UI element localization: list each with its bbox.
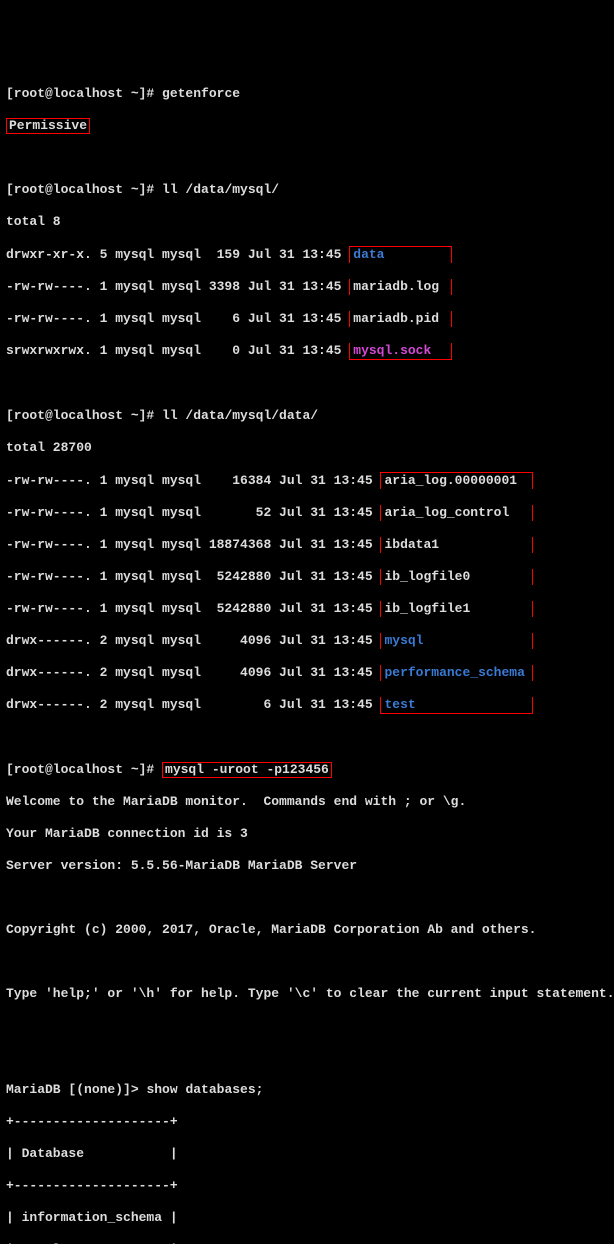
ls-row: -rw-rw----. 1 mysql mysql 5242880 Jul 31…: [6, 601, 608, 617]
ls-row: -rw-rw----. 1 mysql mysql 5242880 Jul 31…: [6, 569, 608, 585]
typed-sql[interactable]: show databases;: [146, 1082, 263, 1097]
banner-line: Welcome to the MariaDB monitor. Commands…: [6, 794, 608, 810]
filename: performance_schema: [384, 665, 524, 680]
typed-command[interactable]: ll /data/mysql/: [162, 182, 279, 197]
ls-row: -rw-rw----. 1 mysql mysql 18874368 Jul 3…: [6, 537, 608, 553]
filename: ib_logfile1: [384, 601, 470, 616]
perm-col: -rw-rw----. 1 mysql mysql 18874368 Jul 3…: [6, 537, 380, 552]
prompt-line: [root@localhost ~]# getenforce: [6, 86, 608, 102]
perm-col: -rw-rw----. 1 mysql mysql 3398 Jul 31 13…: [6, 279, 349, 294]
sql-prompt: MariaDB [(none)]>: [6, 1082, 146, 1097]
perm-col: -rw-rw----. 1 mysql mysql 16384 Jul 31 1…: [6, 473, 380, 488]
total-line: total 28700: [6, 440, 608, 456]
prompt: [root@localhost ~]#: [6, 182, 162, 197]
ls-row: srwxrwxrwx. 1 mysql mysql 0 Jul 31 13:45…: [6, 343, 608, 360]
highlighted-output: Permissive: [6, 118, 90, 134]
table-border: +--------------------+: [6, 1114, 608, 1130]
perm-col: -rw-rw----. 1 mysql mysql 6 Jul 31 13:45: [6, 311, 349, 326]
perm-col: drwx------. 2 mysql mysql 6 Jul 31 13:45: [6, 697, 380, 712]
blank-line: [6, 954, 608, 970]
filename: mariadb.log: [353, 279, 439, 294]
typed-command[interactable]: mysql -uroot -p123456: [162, 762, 332, 778]
table-header: | Database |: [6, 1146, 608, 1162]
ls-row: -rw-rw----. 1 mysql mysql 16384 Jul 31 1…: [6, 472, 608, 489]
filename: ibdata1: [384, 537, 439, 552]
perm-col: -rw-rw----. 1 mysql mysql 5242880 Jul 31…: [6, 569, 380, 584]
banner-line: Server version: 5.5.56-MariaDB MariaDB S…: [6, 858, 608, 874]
banner-line: Copyright (c) 2000, 2017, Oracle, MariaD…: [6, 922, 608, 938]
filename: mysql: [384, 633, 423, 648]
prompt: [root@localhost ~]#: [6, 86, 162, 101]
filename: data: [353, 247, 384, 262]
filename: test: [384, 697, 415, 712]
prompt-line: [root@localhost ~]# mysql -uroot -p12345…: [6, 762, 608, 778]
blank-line: [6, 1018, 608, 1034]
perm-col: drwxr-xr-x. 5 mysql mysql 159 Jul 31 13:…: [6, 247, 349, 262]
getenforce-output: Permissive: [6, 118, 608, 134]
prompt: [root@localhost ~]#: [6, 408, 162, 423]
ls-row: drwx------. 2 mysql mysql 4096 Jul 31 13…: [6, 633, 608, 649]
blank-line: [6, 890, 608, 906]
ls-row: drwxr-xr-x. 5 mysql mysql 159 Jul 31 13:…: [6, 246, 608, 263]
ls-row: -rw-rw----. 1 mysql mysql 52 Jul 31 13:4…: [6, 505, 608, 521]
perm-col: srwxrwxrwx. 1 mysql mysql 0 Jul 31 13:45: [6, 343, 349, 358]
prompt-line: [root@localhost ~]# ll /data/mysql/data/: [6, 408, 608, 424]
typed-command[interactable]: ll /data/mysql/data/: [162, 408, 318, 423]
ls-row: -rw-rw----. 1 mysql mysql 3398 Jul 31 13…: [6, 279, 608, 295]
prompt-line: [root@localhost ~]# ll /data/mysql/: [6, 182, 608, 198]
filename: ib_logfile0: [384, 569, 470, 584]
perm-col: drwx------. 2 mysql mysql 4096 Jul 31 13…: [6, 633, 380, 648]
table-row: | mysql |: [6, 1242, 608, 1244]
typed-command[interactable]: getenforce: [162, 86, 240, 101]
ls-row: -rw-rw----. 1 mysql mysql 6 Jul 31 13:45…: [6, 311, 608, 327]
filename: aria_log_control: [384, 505, 509, 520]
ls-row: drwx------. 2 mysql mysql 6 Jul 31 13:45…: [6, 697, 608, 714]
banner-line: Your MariaDB connection id is 3: [6, 826, 608, 842]
total-line: total 8: [6, 214, 608, 230]
filename: mariadb.pid: [353, 311, 439, 326]
perm-col: drwx------. 2 mysql mysql 4096 Jul 31 13…: [6, 665, 380, 680]
perm-col: -rw-rw----. 1 mysql mysql 52 Jul 31 13:4…: [6, 505, 380, 520]
prompt: [root@localhost ~]#: [6, 762, 162, 777]
banner-line: Type 'help;' or '\h' for help. Type '\c'…: [6, 986, 608, 1002]
table-row: | information_schema |: [6, 1210, 608, 1226]
perm-col: -rw-rw----. 1 mysql mysql 5242880 Jul 31…: [6, 601, 380, 616]
table-border: +--------------------+: [6, 1178, 608, 1194]
ls-row: drwx------. 2 mysql mysql 4096 Jul 31 13…: [6, 665, 608, 681]
filename: aria_log.00000001: [384, 473, 517, 488]
sql-prompt-line: MariaDB [(none)]> show databases;: [6, 1082, 608, 1098]
filename: mysql.sock: [353, 343, 431, 358]
